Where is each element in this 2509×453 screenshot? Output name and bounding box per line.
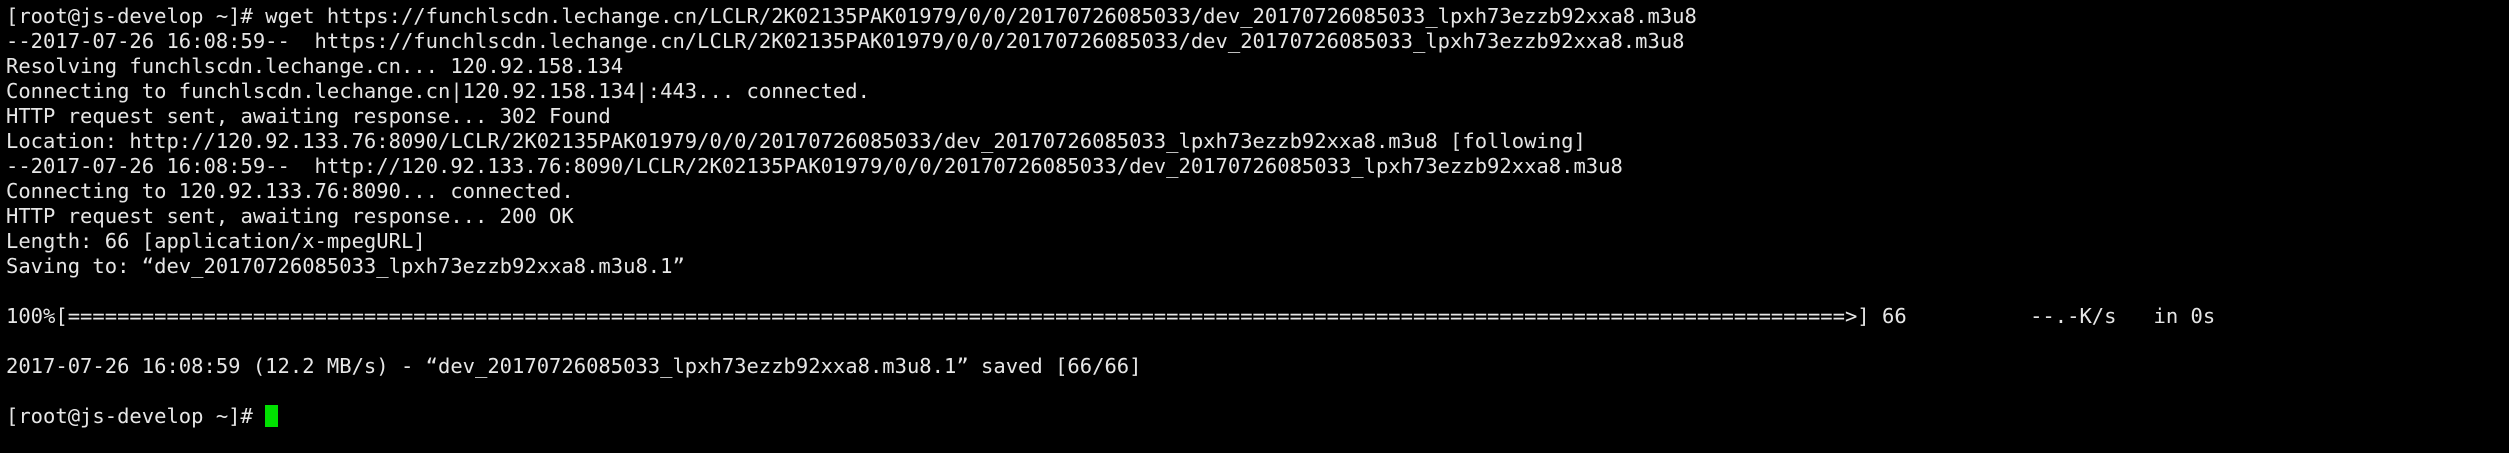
shell-prompt: [root@js-develop ~]#: [6, 404, 266, 428]
cursor-block: [265, 405, 279, 427]
terminal-line-7: --2017-07-26 16:08:59-- http://120.92.13…: [6, 154, 1623, 178]
terminal-line-3: Resolving funchlscdn.lechange.cn... 120.…: [6, 54, 624, 78]
terminal-line-11: Saving to: “dev_20170726085033_lpxh73ezz…: [6, 254, 685, 278]
terminal-line-16: [6, 379, 2509, 404]
terminal-line-1: [root@js-develop ~]# wget https://funchl…: [6, 4, 1697, 28]
terminal-line-6: Location: http://120.92.133.76:8090/LCLR…: [6, 129, 1586, 153]
terminal-line-10: Length: 66 [application/x-mpegURL]: [6, 229, 426, 253]
terminal-line-9: HTTP request sent, awaiting response... …: [6, 204, 574, 228]
terminal-line-8: Connecting to 120.92.133.76:8090... conn…: [6, 179, 574, 203]
terminal-line-4: Connecting to funchlscdn.lechange.cn|120…: [6, 79, 870, 103]
terminal-line-14: [6, 329, 2509, 354]
terminal-line-2: --2017-07-26 16:08:59-- https://funchlsc…: [6, 29, 1685, 53]
progress-bar-line: 100%[===================================…: [6, 304, 2216, 328]
terminal-line-15: 2017-07-26 16:08:59 (12.2 MB/s) - “dev_2…: [6, 354, 1142, 378]
prompt-line[interactable]: [root@js-develop ~]#: [6, 404, 2509, 429]
terminal-line-12: [6, 279, 2509, 304]
terminal-window[interactable]: [root@js-develop ~]# wget https://funchl…: [0, 0, 2509, 453]
terminal-line-5: HTTP request sent, awaiting response... …: [6, 104, 611, 128]
